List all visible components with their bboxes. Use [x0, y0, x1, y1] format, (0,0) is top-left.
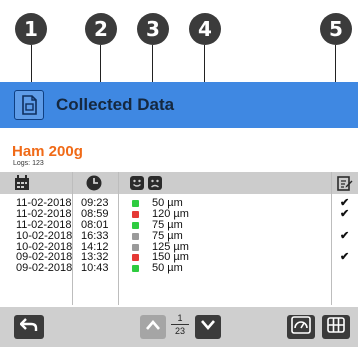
bottom-toolbar: 1 23	[0, 307, 358, 347]
device-screen: Collected Data Ham 200g Logs: 123 11-02-…	[0, 82, 358, 347]
logs-count: Logs: 123	[13, 160, 44, 167]
back-arrow-icon	[19, 317, 38, 338]
column-separator	[331, 172, 332, 194]
status-indicator	[132, 221, 139, 229]
callout-2: 2	[85, 13, 117, 45]
status-indicator	[132, 210, 139, 218]
data-table: 11-02-2018 09:23 50 µm ✔ 11-02-2018 08:5…	[0, 198, 358, 274]
callout-3: 3	[137, 13, 169, 45]
status-indicator	[132, 254, 139, 262]
callout-4: 4	[189, 13, 221, 45]
row-date: 09-02-2018	[16, 262, 73, 275]
checkmark-icon: ✔	[340, 207, 350, 220]
product-name: Ham 200g	[12, 143, 83, 160]
smiley-icon	[130, 176, 144, 195]
checkmark-icon: ✔	[340, 251, 350, 264]
back-button[interactable]	[14, 315, 44, 339]
row-value: 50 µm	[152, 262, 183, 275]
chevron-down-icon	[200, 318, 216, 336]
document-icon	[14, 90, 44, 120]
page-indicator: 1 23	[169, 313, 191, 336]
column-separator	[72, 172, 73, 194]
grid-icon	[327, 316, 345, 338]
clock-icon	[86, 175, 102, 196]
table-row[interactable]: 09-02-2018 10:43 50 µm	[0, 263, 358, 274]
page-fraction-bar	[171, 324, 189, 325]
gauge-icon	[291, 315, 311, 339]
status-indicator	[132, 232, 139, 240]
table-header	[0, 172, 358, 194]
chevron-up-icon	[145, 318, 161, 336]
menu-grid-button[interactable]	[322, 315, 350, 339]
gauge-button[interactable]	[287, 315, 315, 339]
page-total: 23	[174, 326, 185, 336]
edit-icon	[337, 175, 353, 196]
callout-1: 1	[15, 13, 47, 45]
page-title: Collected Data	[56, 95, 175, 114]
row-time: 10:43	[81, 262, 109, 275]
checkmark-icon: ✔	[340, 229, 350, 242]
callout-5: 5	[320, 13, 352, 45]
table-row[interactable]: 10-02-2018 16:33 75 µm ✔	[0, 229, 358, 242]
status-indicator	[132, 200, 139, 207]
column-separator	[118, 172, 119, 194]
page-current: 1	[177, 313, 183, 323]
page-down-button[interactable]	[195, 315, 221, 339]
title-bar: Collected Data	[0, 82, 358, 128]
status-indicator	[132, 265, 139, 273]
status-indicator	[132, 243, 139, 251]
frowny-icon	[148, 176, 162, 195]
calendar-icon	[14, 175, 30, 196]
page-up-button[interactable]	[140, 315, 166, 339]
